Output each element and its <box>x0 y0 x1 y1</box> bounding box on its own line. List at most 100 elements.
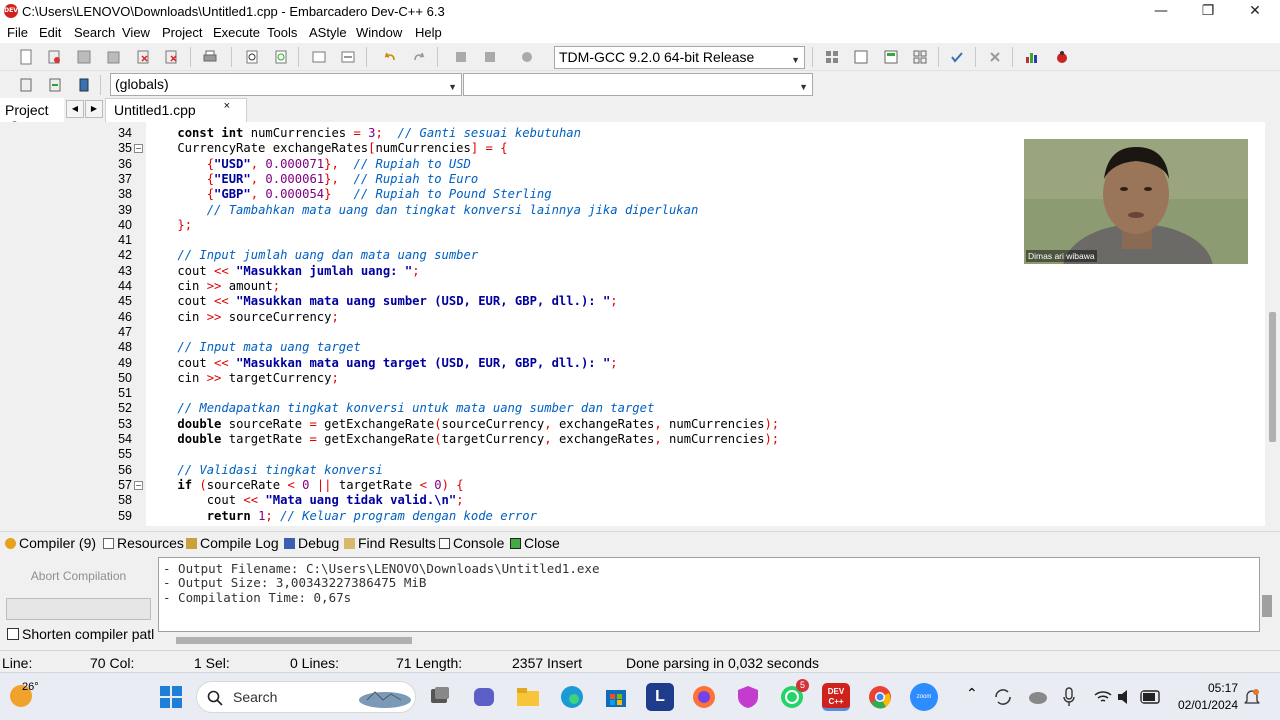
toggle-bookmark-icon[interactable] <box>47 77 63 93</box>
clock-time[interactable]: 05:17 <box>1202 681 1238 695</box>
code-token: "EUR" <box>214 171 251 186</box>
microsoft-store-icon[interactable] <box>602 683 630 711</box>
bug-icon[interactable] <box>1054 49 1070 65</box>
zoom-icon[interactable]: zoom <box>910 683 938 711</box>
checkbox-box[interactable] <box>7 628 19 640</box>
compile-icon[interactable] <box>453 49 469 65</box>
menu-view[interactable]: View <box>122 25 150 40</box>
print-icon[interactable] <box>202 49 218 65</box>
scope-select[interactable]: (globals) ▼ <box>110 73 462 96</box>
maximize-button[interactable]: ❐ <box>1185 0 1231 23</box>
fold-toggle-icon[interactable]: − <box>134 480 143 490</box>
tab-project[interactable]: Project C <box>0 98 64 134</box>
microphone-icon[interactable] <box>1062 686 1076 708</box>
goto-line-icon[interactable] <box>340 49 356 65</box>
chart-icon[interactable] <box>1024 49 1040 65</box>
log-vertical-scrollbar[interactable] <box>1262 595 1272 617</box>
save-icon[interactable] <box>76 49 92 65</box>
abort-compilation-button[interactable]: Abort Compilation <box>6 561 151 591</box>
tab-scroll-right-button[interactable]: ▶ <box>85 100 103 118</box>
tiles-icon[interactable] <box>912 49 928 65</box>
battery-icon[interactable] <box>1140 690 1162 704</box>
sync-icon[interactable] <box>992 686 1014 708</box>
line-number: 34 <box>118 126 132 140</box>
menu-help[interactable]: Help <box>415 25 442 40</box>
find-icon[interactable] <box>244 49 260 65</box>
weather-temp[interactable]: 26° <box>22 681 39 693</box>
log-line: - Output Filename: C:\Users\LENOVO\Downl… <box>163 561 600 576</box>
debug-icon[interactable] <box>519 49 535 65</box>
menu-astyle[interactable]: AStyle <box>309 25 347 40</box>
tab-debug[interactable]: Debug <box>284 535 339 551</box>
minimize-button[interactable]: — <box>1138 0 1184 23</box>
notification-bell-icon[interactable] <box>1244 688 1260 706</box>
clock-date[interactable]: 02/01/2024 <box>1172 698 1238 712</box>
goto-bookmark-icon[interactable] <box>76 77 92 93</box>
replace-icon[interactable] <box>273 49 289 65</box>
check-icon[interactable] <box>949 49 965 65</box>
code-token: << <box>214 294 229 309</box>
tab-compiler[interactable]: Compiler (9) <box>5 535 96 551</box>
editor-vertical-scrollbar[interactable] <box>1265 122 1280 526</box>
close-icon[interactable]: × <box>224 100 230 112</box>
tab-find-results[interactable]: Find Results <box>344 535 436 551</box>
volume-icon[interactable] <box>1116 688 1132 706</box>
code-line: // Tambahkan mata uang dan tingkat konve… <box>148 203 699 218</box>
compiler-select[interactable]: TDM-GCC 9.2.0 64-bit Release ▼ <box>554 46 805 69</box>
compile-log-output[interactable]: - Output Filename: C:\Users\LENOVO\Downl… <box>158 557 1260 632</box>
scrollbar-thumb[interactable] <box>1269 312 1276 442</box>
weather-cloud-icon[interactable] <box>1026 686 1050 708</box>
menu-file[interactable]: File <box>7 25 28 40</box>
save-all-icon[interactable] <box>106 49 122 65</box>
menu-edit[interactable]: Edit <box>39 25 61 40</box>
wifi-icon[interactable] <box>1094 688 1112 706</box>
title-bar: DEV C:\Users\LENOVO\Downloads\Untitled1.… <box>0 0 1280 23</box>
app-l-icon[interactable]: L <box>646 683 674 711</box>
tab-scroll-left-button[interactable]: ◀ <box>66 100 84 118</box>
chevron-up-icon[interactable]: ⌃ <box>966 686 978 702</box>
edge-browser-icon[interactable] <box>558 683 586 711</box>
indent-icon[interactable] <box>311 49 327 65</box>
menu-tools[interactable]: Tools <box>267 25 297 40</box>
menu-execute[interactable]: Execute <box>213 25 260 40</box>
windows-start-icon[interactable] <box>157 683 185 711</box>
close-window-button[interactable]: ✕ <box>1232 0 1278 23</box>
tab-close[interactable]: Close <box>510 535 560 551</box>
undo-icon[interactable] <box>382 49 398 65</box>
insert-icon[interactable] <box>18 77 34 93</box>
cross-icon[interactable] <box>987 49 1003 65</box>
close-all-icon[interactable] <box>164 49 180 65</box>
menu-window[interactable]: Window <box>356 25 402 40</box>
status-parse-message: Done parsing in 0,032 seconds <box>626 655 820 671</box>
menu-search[interactable]: Search <box>74 25 115 40</box>
symbol-select[interactable]: ▼ <box>463 73 813 96</box>
file-explorer-icon[interactable] <box>514 683 542 711</box>
new-class-icon[interactable] <box>883 49 899 65</box>
teams-chat-icon[interactable] <box>470 683 498 711</box>
run-icon[interactable] <box>482 49 498 65</box>
fold-toggle-icon[interactable]: − <box>134 144 143 154</box>
taskbar-search[interactable]: Search <box>196 681 416 713</box>
devcpp-taskbar-icon[interactable]: DEV C++ <box>822 683 850 711</box>
new-file-icon[interactable] <box>18 49 34 65</box>
close-file-icon[interactable] <box>135 49 151 65</box>
menu-project[interactable]: Project <box>162 25 202 40</box>
firefox-icon[interactable] <box>690 683 718 711</box>
shorten-compiler-paths-checkbox[interactable]: Shorten compiler patl <box>7 626 154 642</box>
project-grid-icon[interactable] <box>824 49 840 65</box>
tab-console[interactable]: Console <box>439 535 504 551</box>
class-browser-icon[interactable] <box>853 49 869 65</box>
code-token: ; <box>265 508 273 523</box>
task-view-icon[interactable] <box>426 683 454 711</box>
open-file-icon[interactable] <box>46 49 62 65</box>
chrome-icon[interactable] <box>866 683 894 711</box>
tab-untitled1[interactable]: Untitled1.cpp × <box>105 98 247 122</box>
tab-resources[interactable]: Resources <box>103 535 184 551</box>
log-horizontal-scrollbar[interactable] <box>158 633 1260 647</box>
vpn-shield-icon[interactable] <box>734 683 762 711</box>
scrollbar-thumb[interactable] <box>176 637 412 644</box>
tab-compile-log[interactable]: Compile Log <box>186 535 279 551</box>
redo-icon[interactable] <box>411 49 427 65</box>
